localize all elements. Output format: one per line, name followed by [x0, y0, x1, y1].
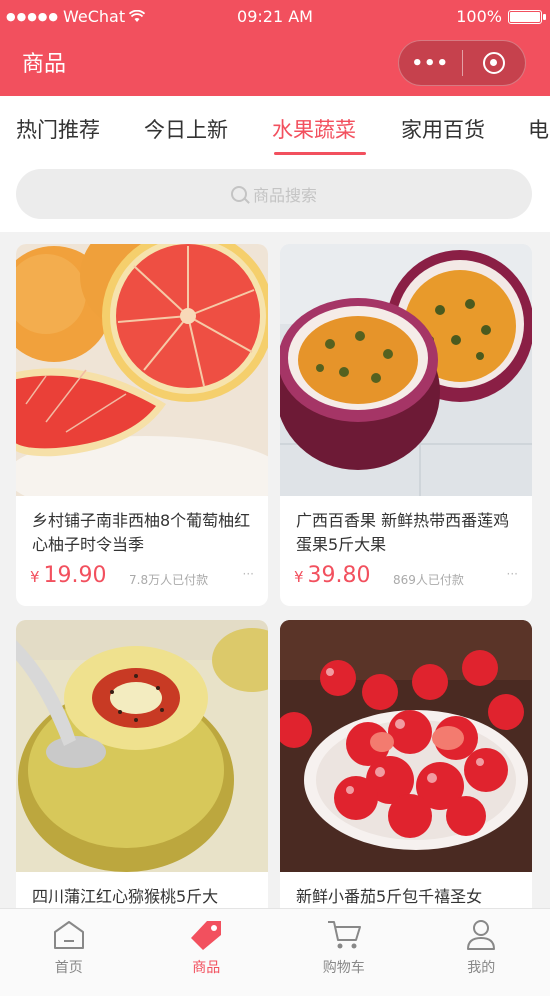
more-options-icon[interactable]: ··· — [243, 567, 254, 581]
tabbar-label-products: 商品 — [192, 960, 221, 976]
battery-info: 100% — [456, 7, 546, 26]
close-button[interactable] — [462, 40, 525, 86]
cart-icon — [327, 921, 361, 949]
product-name: 新鲜小番茄5斤包千禧圣女 — [296, 887, 483, 906]
tab-electronics[interactable]: 电 — [528, 114, 549, 144]
search-area: 商品搜索 — [0, 160, 550, 232]
sales-count: 869人已付款 — [393, 573, 464, 587]
tabbar-item-cart[interactable]: 购物车 — [275, 909, 413, 996]
tabbar-item-home[interactable]: 首页 — [0, 909, 138, 996]
battery-level — [510, 11, 540, 22]
tabbar-label-home: 首页 — [54, 960, 83, 976]
tab-household[interactable]: 家用百货 — [401, 114, 485, 144]
tabbar-item-profile[interactable]: 我的 — [413, 909, 550, 996]
page-title: 商品 — [22, 52, 67, 77]
tag-icon — [191, 921, 222, 950]
home-icon — [53, 921, 84, 949]
search-placeholder: 商品搜索 — [252, 186, 317, 205]
price-value: 19.90 — [43, 563, 107, 588]
bottom-tab-bar: 首页 商品 购物车 我的 — [0, 908, 550, 996]
mini-program-capsule: ••• — [398, 40, 526, 86]
battery-icon — [508, 9, 546, 24]
tab-new-today[interactable]: 今日上新 — [144, 114, 228, 144]
nav-bar: 商品 ••• — [0, 32, 550, 96]
product-price: ¥39.80 — [294, 563, 371, 588]
category-tabs: 热门推荐 今日上新 水果蔬菜 家用百货 电 — [0, 96, 550, 160]
sales-count: 7.8万人已付款 — [129, 573, 209, 587]
price-value: 39.80 — [307, 563, 371, 588]
product-image-kiwi — [16, 620, 268, 872]
product-image-grapefruit — [16, 244, 268, 496]
battery-percent: 100% — [456, 7, 502, 26]
product-card[interactable]: 广西百香果 新鲜热带西番莲鸡蛋果5斤大果 ¥39.80 869人已付款 ··· — [280, 244, 532, 606]
currency-symbol: ¥ — [30, 568, 40, 586]
tab-fruits-vegetables[interactable]: 水果蔬菜 — [272, 114, 356, 144]
product-card[interactable]: 乡村铺子南非西柚8个葡萄柚红心柚子时令当季 ¥19.90 7.8万人已付款 ··… — [16, 244, 268, 606]
currency-symbol: ¥ — [294, 568, 304, 586]
search-icon — [230, 186, 247, 202]
product-card[interactable]: 四川蒲江红心猕猴桃5斤大 — [16, 620, 268, 920]
product-card[interactable]: 新鲜小番茄5斤包千禧圣女 — [280, 620, 532, 920]
tab-hot[interactable]: 热门推荐 — [16, 114, 100, 144]
active-tab-indicator — [274, 152, 366, 155]
search-input[interactable]: 商品搜索 — [16, 169, 532, 219]
product-name: 广西百香果 新鲜热带西番莲鸡蛋果5斤大果 — [296, 511, 510, 554]
tabbar-label-profile: 我的 — [467, 960, 496, 976]
status-bar: ●●●●● WeChat 09:21 AM 100% — [0, 0, 550, 32]
product-name: 四川蒲江红心猕猴桃5斤大 — [32, 887, 219, 906]
product-image-cherry-tomato — [280, 620, 532, 872]
more-button[interactable]: ••• — [399, 40, 462, 86]
product-price: ¥19.90 — [30, 563, 107, 588]
tabbar-item-products[interactable]: 商品 — [138, 909, 276, 996]
target-circle-icon — [482, 52, 505, 74]
more-dots-icon: ••• — [411, 52, 449, 74]
product-image-passion-fruit — [280, 244, 532, 496]
product-name: 乡村铺子南非西柚8个葡萄柚红心柚子时令当季 — [32, 511, 251, 554]
more-options-icon[interactable]: ··· — [507, 567, 518, 581]
tabbar-label-cart: 购物车 — [322, 960, 365, 976]
user-icon — [467, 920, 496, 950]
